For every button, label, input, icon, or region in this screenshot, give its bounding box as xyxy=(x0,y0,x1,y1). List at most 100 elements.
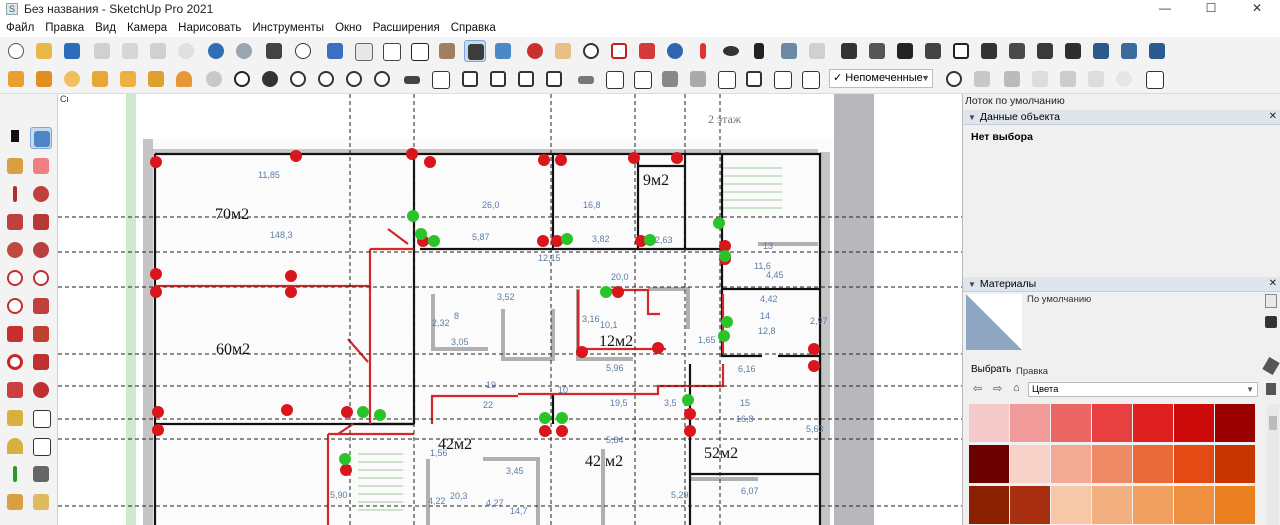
make-component-icon[interactable] xyxy=(30,127,52,149)
split-icon[interactable] xyxy=(1146,40,1168,62)
solid-tools-icon[interactable] xyxy=(603,68,625,90)
library-select[interactable]: Цвета ▼ xyxy=(1028,382,1258,397)
hand-pan-icon[interactable] xyxy=(30,491,52,513)
pattern-1-icon[interactable] xyxy=(1001,68,1023,90)
pan-icon[interactable] xyxy=(552,40,574,62)
pattern-5-icon[interactable] xyxy=(1113,68,1135,90)
unlock-icon[interactable] xyxy=(575,68,597,90)
front-view-icon[interactable] xyxy=(894,40,916,62)
xray-icon[interactable] xyxy=(324,40,346,62)
entity-info-header[interactable]: ▼ Данные объекта ✕ xyxy=(963,110,1280,125)
color-swatch[interactable] xyxy=(1133,445,1173,483)
zoom-extents-icon[interactable] xyxy=(636,40,658,62)
create-group-icon[interactable] xyxy=(459,68,481,90)
pattern-4-icon[interactable] xyxy=(1085,68,1107,90)
zoom-window-icon[interactable] xyxy=(608,40,630,62)
3d-text-icon[interactable] xyxy=(30,463,52,485)
edit-group-icon[interactable] xyxy=(515,68,537,90)
tab-select[interactable]: Выбрать xyxy=(971,364,1011,375)
follow-me-tool-icon[interactable] xyxy=(30,351,52,373)
print-icon[interactable] xyxy=(263,40,285,62)
tag-color-icon[interactable] xyxy=(971,68,993,90)
pattern-2-icon[interactable] xyxy=(1029,68,1051,90)
flip-edge-icon[interactable] xyxy=(173,68,195,90)
stamp-icon[interactable] xyxy=(89,68,111,90)
home-icon[interactable]: ⌂ xyxy=(1013,382,1020,394)
undo-icon[interactable] xyxy=(205,40,227,62)
shaded-icon[interactable] xyxy=(436,40,458,62)
color-swatch[interactable] xyxy=(1092,445,1132,483)
rotate-icon[interactable] xyxy=(4,351,26,373)
intersect-faces-icon[interactable] xyxy=(659,68,681,90)
shadows-icon[interactable] xyxy=(343,68,365,90)
create-material-icon[interactable] xyxy=(1265,316,1277,328)
menu-extensions[interactable]: Расширения xyxy=(367,22,445,34)
arc-icon[interactable] xyxy=(4,267,26,289)
color-swatch[interactable] xyxy=(1092,486,1132,524)
three-point-arc-icon[interactable] xyxy=(4,295,26,317)
menu-window[interactable]: Окно xyxy=(329,22,367,34)
drape-icon[interactable] xyxy=(117,68,139,90)
push-pull-icon[interactable] xyxy=(30,323,52,345)
create-component-icon[interactable] xyxy=(487,68,509,90)
close-button[interactable]: ✕ xyxy=(1234,0,1280,18)
save-icon[interactable] xyxy=(61,40,83,62)
match-photo-icon[interactable] xyxy=(401,68,423,90)
hidden-line-icon[interactable] xyxy=(408,40,430,62)
close-icon[interactable]: ✕ xyxy=(1269,277,1277,291)
menu-edit[interactable]: Правка xyxy=(39,22,89,34)
color-swatch[interactable] xyxy=(1051,404,1091,442)
rectangle-icon[interactable] xyxy=(4,211,26,233)
protractor-icon[interactable] xyxy=(4,435,26,457)
back-edges-icon[interactable] xyxy=(352,40,374,62)
components-icon[interactable] xyxy=(287,68,309,90)
sandbox-from-contours-icon[interactable] xyxy=(5,68,27,90)
hide-icon[interactable] xyxy=(771,68,793,90)
display-secondary-icon[interactable] xyxy=(1265,294,1277,308)
model-info-icon[interactable] xyxy=(292,40,314,62)
soften-edges-icon[interactable] xyxy=(315,68,337,90)
color-swatch[interactable] xyxy=(1010,404,1050,442)
menu-help[interactable]: Справка xyxy=(445,22,501,34)
axes-icon[interactable] xyxy=(524,40,546,62)
shaded-textures-icon[interactable] xyxy=(464,40,486,62)
left-view-icon[interactable] xyxy=(978,40,1000,62)
lock-icon[interactable] xyxy=(543,68,565,90)
union-icon[interactable] xyxy=(1062,40,1084,62)
add-detail-icon[interactable] xyxy=(145,68,167,90)
select-icon[interactable] xyxy=(4,127,26,149)
drawing-viewport[interactable]: Сверху xyxy=(58,94,962,525)
color-swatch[interactable] xyxy=(1215,445,1255,483)
subtract-icon[interactable] xyxy=(1090,40,1112,62)
generate-report-icon[interactable] xyxy=(203,68,225,90)
color-swatch[interactable] xyxy=(1215,404,1255,442)
new-file-icon[interactable] xyxy=(5,40,27,62)
color-swatch[interactable] xyxy=(1010,445,1050,483)
maximize-button[interactable]: ☐ xyxy=(1188,0,1234,18)
previous-view-icon[interactable] xyxy=(664,40,686,62)
text-icon[interactable] xyxy=(30,435,52,457)
section-plane-icon[interactable] xyxy=(778,40,800,62)
erase-icon[interactable] xyxy=(175,40,197,62)
menu-file[interactable]: Файл xyxy=(0,22,39,34)
monochrome-icon[interactable] xyxy=(492,40,514,62)
paint-bucket-tool-icon[interactable] xyxy=(4,155,26,177)
move-icon[interactable] xyxy=(4,323,26,345)
wireframe-icon[interactable] xyxy=(380,40,402,62)
open-folder-icon[interactable] xyxy=(33,40,55,62)
layers-icon[interactable] xyxy=(715,68,737,90)
extension-icon[interactable] xyxy=(1143,68,1165,90)
scenes-icon[interactable] xyxy=(429,68,451,90)
menu-draw[interactable]: Нарисовать xyxy=(172,22,246,34)
position-camera-icon[interactable] xyxy=(692,40,714,62)
polygon-icon[interactable] xyxy=(30,239,52,261)
color-swatch[interactable] xyxy=(1174,486,1214,524)
color-swatch[interactable] xyxy=(969,445,1009,483)
color-swatch[interactable] xyxy=(1051,486,1091,524)
tab-edit[interactable]: Правка xyxy=(1016,366,1048,377)
paste-icon[interactable] xyxy=(147,40,169,62)
color-swatch[interactable] xyxy=(969,486,1009,524)
color-swatch[interactable] xyxy=(1215,486,1255,524)
fog-icon[interactable] xyxy=(371,68,393,90)
color-swatch[interactable] xyxy=(1051,445,1091,483)
